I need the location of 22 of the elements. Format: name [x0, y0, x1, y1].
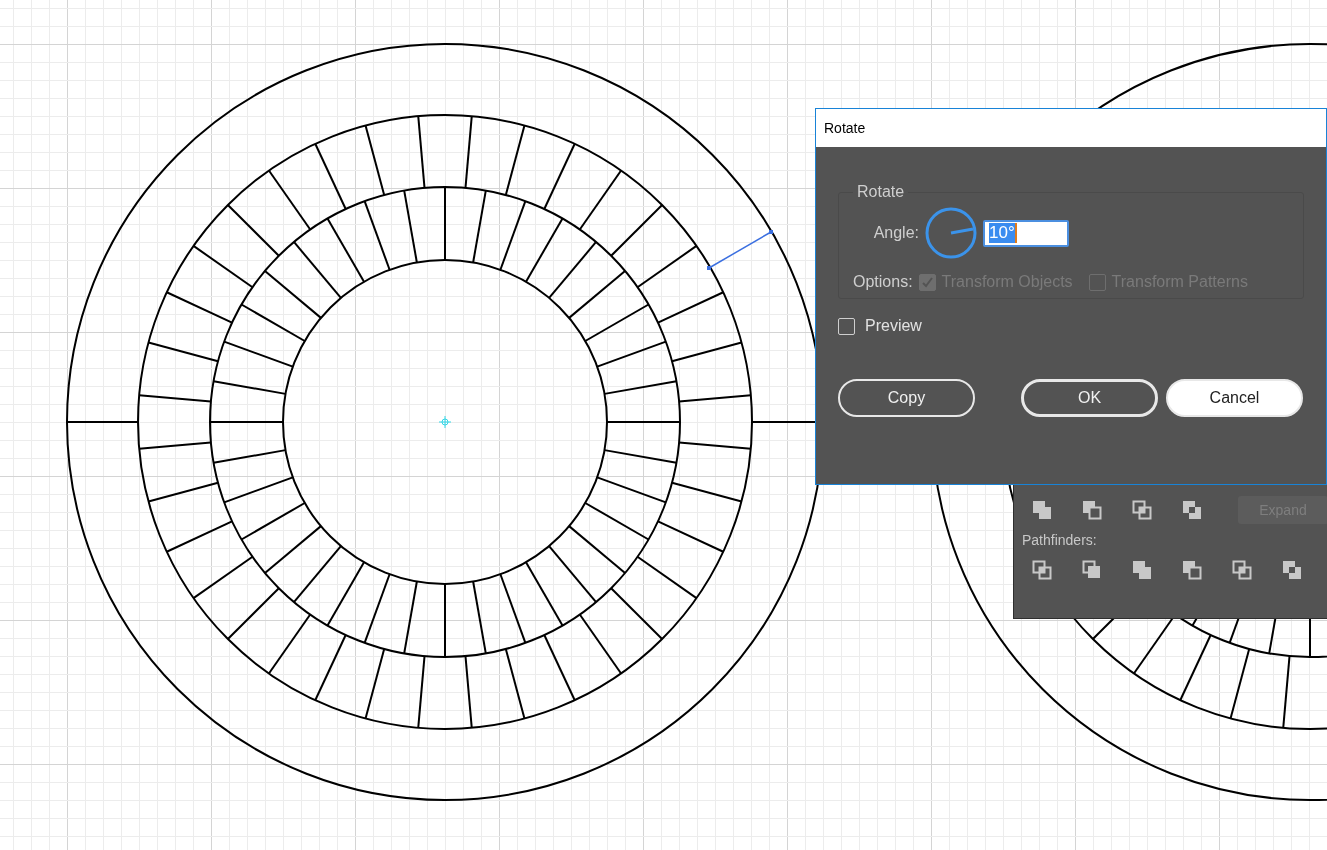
angle-label: Angle:: [872, 224, 919, 242]
overlapping-squares-icon[interactable]: [1032, 500, 1052, 520]
overlapping-squares-icon[interactable]: [1182, 500, 1202, 520]
overlapping-squares-icon[interactable]: [1082, 560, 1102, 580]
panel-label: Pathfinders:: [1022, 532, 1098, 548]
overlapping-squares-icon[interactable]: [1182, 560, 1202, 580]
overlapping-squares-icon[interactable]: [1232, 560, 1252, 580]
overlapping-squares-icon[interactable]: [1032, 560, 1052, 580]
selected-segment[interactable]: [707, 230, 773, 270]
overlapping-squares-icon[interactable]: [1132, 560, 1152, 580]
dialog-button[interactable]: OK: [1021, 379, 1158, 417]
dialog-title: Rotate: [816, 109, 1326, 147]
preview-label: Preview: [865, 317, 922, 335]
center-point-icon: [438, 415, 452, 429]
group-label: Rotate: [856, 183, 906, 201]
overlapping-squares-icon[interactable]: [1282, 560, 1302, 580]
dialog-button[interactable]: Copy: [838, 379, 975, 417]
dialog-button[interactable]: Cancel: [1166, 379, 1303, 417]
overlapping-squares-icon[interactable]: [1132, 500, 1152, 520]
angle-dial-icon[interactable]: [925, 207, 977, 259]
options-label: Options:: [853, 273, 913, 291]
overlapping-squares-icon[interactable]: [1082, 500, 1102, 520]
